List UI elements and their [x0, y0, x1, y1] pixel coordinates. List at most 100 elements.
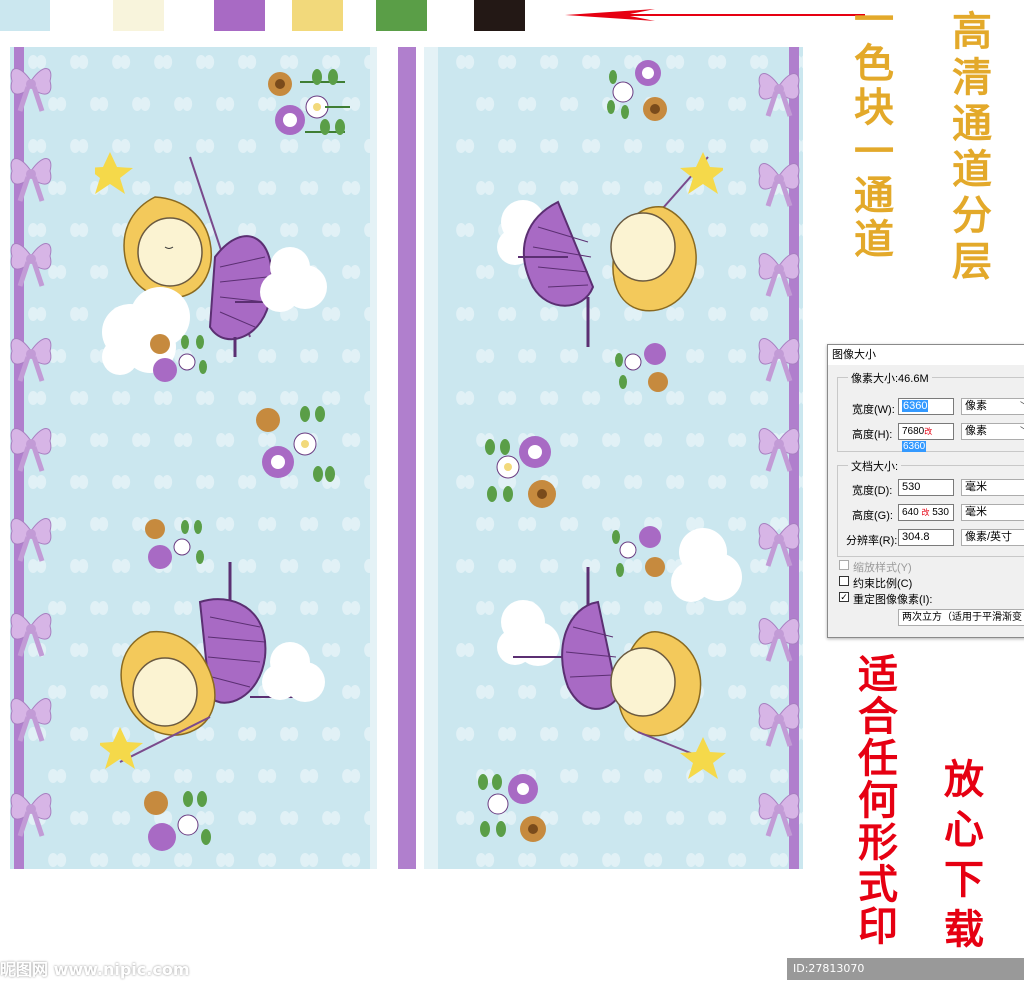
width-unit-select[interactable]: 像素﹀ [961, 398, 1024, 415]
bow-icon [758, 523, 800, 567]
caption-char: 载 [944, 906, 984, 953]
site-watermark: 昵图网 www.nipic.com [0, 960, 190, 979]
bow-icon [758, 428, 800, 472]
flower-cluster-icon [485, 436, 556, 508]
image-id-bar: ID:27813070 NO:20201202141123954082 [787, 958, 1024, 997]
caption-char: 道 [952, 146, 992, 193]
flower-cluster-icon [612, 526, 665, 577]
bow-icon [758, 73, 800, 117]
bow-icon [10, 613, 52, 657]
bow-icon [10, 518, 52, 562]
scale-styles-checkbox[interactable] [839, 560, 849, 570]
caption-char: 分 [952, 192, 992, 239]
flower-cluster-icon [256, 406, 335, 482]
bow-icon [758, 253, 800, 297]
scale-styles-label: 缩放样式(Y) [853, 562, 912, 574]
fairy-illustration [513, 567, 726, 779]
flower-cluster-icon [607, 60, 667, 121]
caption-char: 放 [944, 756, 984, 803]
fairy-illustration [518, 152, 723, 347]
edge-stripe [424, 47, 438, 869]
color-swatch [376, 0, 427, 31]
bow-icon [758, 338, 800, 382]
caption-char: 合 [858, 693, 898, 740]
flower-cluster-icon [268, 69, 350, 135]
bow-icon [758, 793, 800, 837]
color-swatch [113, 0, 164, 31]
flower-cluster-icon [615, 343, 668, 392]
resolution-field[interactable]: 304.8 [898, 529, 954, 546]
height-label: 高度(H): [852, 429, 893, 441]
caption-char: 心 [944, 806, 984, 853]
bow-icon [10, 698, 52, 742]
cloud-icon [262, 642, 325, 702]
color-swatch [292, 0, 343, 31]
bow-icon [10, 428, 52, 472]
resolution-label: 分辨率(R): [846, 535, 898, 547]
caption-char: 任 [858, 735, 898, 782]
doc-height-label: 高度(G): [852, 510, 893, 522]
resample-checkbox[interactable]: ✓ [839, 592, 849, 602]
caption-single-channel: 一色块一通道 [854, 0, 894, 264]
constrain-proportions-label: 约束比例(C) [853, 578, 913, 590]
caption-char: 适 [858, 651, 898, 698]
width-label: 宽度(W): [852, 404, 895, 416]
caption-char: 一 [854, 0, 894, 43]
caption-any-print: 适合任何形式印 [858, 655, 898, 949]
bow-icon [758, 703, 800, 747]
doc-height-unit-select[interactable]: 毫米 [961, 504, 1024, 521]
bow-icon [10, 793, 52, 837]
constrain-proportions-checkbox[interactable] [839, 576, 849, 586]
color-swatch [474, 0, 525, 31]
bow-icon [10, 158, 52, 202]
center-purple-stripe [398, 47, 416, 869]
height-field[interactable]: 7680改6360 [898, 423, 954, 452]
resample-label: 重定图像像素(I): [853, 594, 933, 606]
caption-download: 放心下载 [944, 760, 984, 960]
doc-width-unit-select[interactable]: 毫米 [961, 479, 1024, 496]
chevron-down-icon: ﹀ [1020, 399, 1024, 414]
dialog-title: 图像大小 [828, 345, 1024, 365]
edge-stripe [370, 47, 377, 869]
pattern-panel-left [10, 47, 377, 869]
width-field[interactable]: 6360 [898, 398, 954, 415]
caption-char: 通 [952, 100, 992, 147]
caption-char: 通 [854, 172, 894, 219]
caption-char: 层 [952, 238, 992, 285]
resolution-unit-select[interactable]: 像素/英寸 [961, 529, 1024, 546]
document-size-label: 文档大小: [848, 458, 902, 474]
bow-icon [10, 243, 52, 287]
image-size-dialog: 图像大小 像素大小:46.6M 宽度(W): 6360 像素﹀ 高度(H): 7… [827, 344, 1024, 638]
caption-char: 高 [952, 8, 992, 55]
pattern-panel-right [438, 47, 803, 869]
flower-cluster-icon [478, 774, 546, 842]
doc-height-field[interactable]: 640 改 530 [898, 504, 954, 521]
color-swatch [214, 0, 265, 31]
arrow-left-icon [565, 9, 865, 21]
caption-char: 清 [952, 54, 992, 101]
bow-icon [10, 338, 52, 382]
cloud-icon [260, 247, 327, 312]
chevron-down-icon: ﹀ [1020, 424, 1024, 439]
bow-icon [758, 618, 800, 662]
caption-char: 何 [858, 777, 898, 824]
caption-hd-channels: 高清通道分层 [952, 12, 992, 288]
flower-cluster-icon [150, 334, 207, 382]
flower-cluster-icon [144, 791, 211, 851]
caption-char: 形 [858, 819, 898, 866]
caption-char: 印 [858, 903, 898, 950]
caption-char: 道 [854, 216, 894, 263]
color-swatch [0, 0, 50, 31]
caption-char: 色 [854, 40, 894, 87]
pixel-dimensions-label: 像素大小:46.6M [848, 370, 932, 386]
flower-cluster-icon [145, 519, 204, 569]
caption-char: 式 [858, 861, 898, 908]
caption-char: 下 [944, 856, 984, 903]
doc-width-field[interactable]: 530 [898, 479, 954, 496]
height-unit-select[interactable]: 像素﹀ [961, 423, 1024, 440]
caption-char: 块 [854, 84, 894, 131]
doc-width-label: 宽度(D): [852, 485, 893, 497]
bow-icon [10, 68, 52, 112]
bow-icon [758, 163, 800, 207]
resample-method-select[interactable]: 两次立方（适用于平滑渐变 [898, 609, 1024, 626]
